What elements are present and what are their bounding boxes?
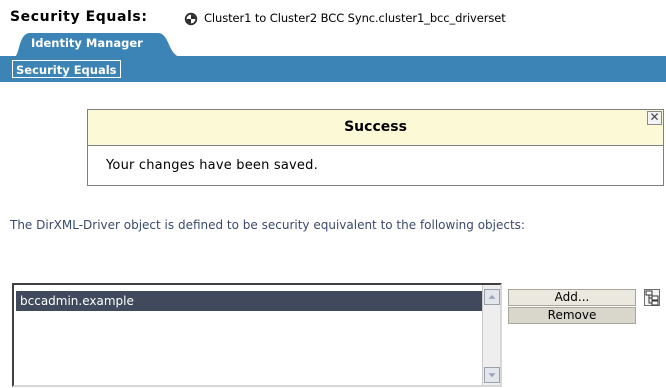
- description-text: The DirXML-Driver object is defined to b…: [10, 218, 525, 232]
- security-equals-list[interactable]: bccadmin.example: [12, 283, 502, 387]
- page-title: Security Equals:: [10, 9, 148, 25]
- success-title: Success: [344, 119, 407, 135]
- tab-identity-manager-label[interactable]: Identity Manager: [31, 36, 143, 50]
- object-name: Cluster1 to Cluster2 BCC Sync.cluster1_b…: [204, 11, 506, 25]
- scroll-down-icon[interactable]: [484, 367, 500, 383]
- success-message-box: Success ✕ Your changes have been saved.: [87, 109, 664, 186]
- list-scrollbar[interactable]: [482, 285, 500, 385]
- list-item[interactable]: bccadmin.example: [16, 291, 485, 311]
- close-icon[interactable]: ✕: [647, 111, 662, 125]
- security-equals-nav-button[interactable]: Security Equals: [12, 60, 121, 78]
- scroll-up-icon[interactable]: [484, 289, 500, 305]
- object-browser-icon[interactable]: [644, 289, 660, 306]
- success-header: Success ✕: [88, 110, 663, 146]
- driver-object-icon: [184, 12, 198, 26]
- remove-button[interactable]: Remove: [508, 307, 636, 324]
- success-message-text: Your changes have been saved.: [106, 158, 318, 173]
- add-button[interactable]: Add...: [508, 289, 636, 306]
